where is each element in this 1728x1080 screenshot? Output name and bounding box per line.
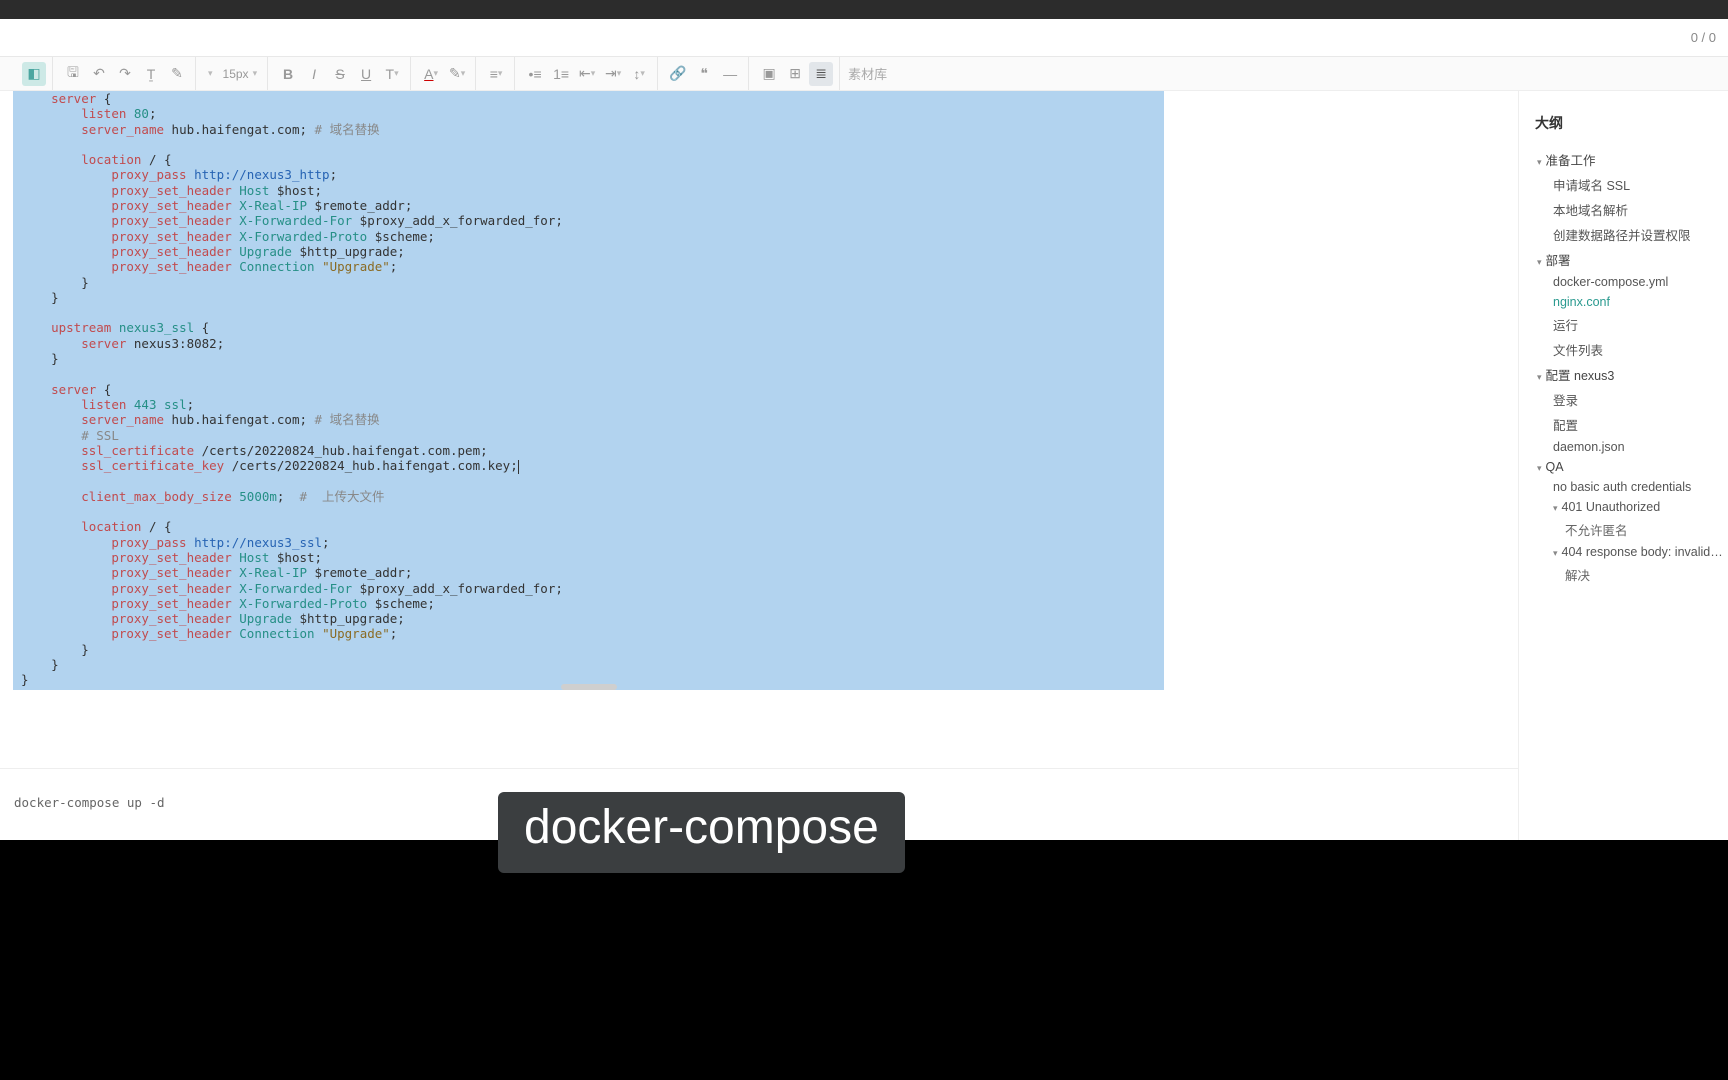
code-block-nginx[interactable]: server { listen 80; server_name hub.haif…	[13, 91, 1164, 690]
outline-item[interactable]: 创建数据路径并设置权限	[1529, 222, 1724, 247]
outline-item-label: 配置	[1553, 419, 1578, 433]
link-button[interactable]: 🔗	[666, 62, 690, 86]
section-heading: ㅤ	[0, 690, 1518, 740]
underline-button[interactable]: U	[354, 62, 378, 86]
number-list-button[interactable]: 1≡	[549, 62, 573, 86]
outline-item[interactable]: docker-compose.yml	[1529, 272, 1724, 292]
outline-item-label: no basic auth credentials	[1553, 480, 1691, 494]
outline-item-label: 运行	[1553, 319, 1578, 333]
caption-overlay: docker-compose	[498, 792, 905, 873]
outline-item-label: 配置 nexus3	[1546, 369, 1615, 383]
material-library-button[interactable]: 素材库	[842, 64, 887, 83]
bold-button[interactable]: B	[276, 62, 300, 86]
search-counter-row: 0 / 0	[0, 19, 1728, 57]
outline-item[interactable]: ▾ 准备工作	[1529, 147, 1724, 172]
outline-item[interactable]: 申请域名 SSL	[1529, 172, 1724, 197]
highlight-button[interactable]: ✎▾	[445, 62, 469, 86]
outline-item[interactable]: nginx.conf	[1529, 292, 1724, 312]
outline-item-label: 登录	[1553, 394, 1578, 408]
outline-item[interactable]: ▾ QA	[1529, 457, 1724, 477]
outline-item-label: 401 Unauthorized	[1562, 500, 1661, 514]
outline-item-label: 申请域名 SSL	[1553, 179, 1630, 193]
outline-item[interactable]: no basic auth credentials	[1529, 477, 1724, 497]
strike-button[interactable]: S	[328, 62, 352, 86]
outline-item[interactable]: ▾ 配置 nexus3	[1529, 362, 1724, 387]
chevron-down-icon: ▾	[1537, 372, 1542, 382]
undo-button[interactable]: ↶	[87, 62, 111, 86]
outline-item-label: 本地域名解析	[1553, 204, 1628, 218]
search-counter: 0 / 0	[1691, 30, 1716, 45]
outline-item-label: 文件列表	[1553, 344, 1603, 358]
outline-item[interactable]: ▾ 401 Unauthorized	[1529, 497, 1724, 517]
editor-toolbar: ◧ 🖫 ↶ ↷ Ṯ ✎ ▾ 15px ▾ B I S U T▾ A▾ ✎▾ ≡▾…	[0, 57, 1728, 91]
line-height-button[interactable]: ↕▾	[627, 62, 651, 86]
outline-item[interactable]: 文件列表	[1529, 337, 1724, 362]
horizontal-scroll-thumb[interactable]	[561, 684, 617, 690]
chevron-down-icon: ▾	[1553, 548, 1558, 558]
outline-item-label: docker-compose.yml	[1553, 275, 1668, 289]
outline-item[interactable]: 登录	[1529, 387, 1724, 412]
outline-item-label: 部署	[1546, 254, 1571, 268]
outline-item[interactable]: ▾ 404 response body: invalid charac	[1529, 542, 1724, 562]
clear-format-button[interactable]: Ṯ	[139, 62, 163, 86]
bottom-bar	[0, 840, 1728, 1080]
script-button[interactable]: T▾	[380, 62, 404, 86]
italic-button[interactable]: I	[302, 62, 326, 86]
outline-item-label: 404 response body: invalid charac	[1562, 545, 1724, 559]
outline-item[interactable]: 解决	[1529, 562, 1724, 587]
table-button[interactable]: ⊞	[783, 62, 807, 86]
hr-button[interactable]: —	[718, 62, 742, 86]
text-color-button[interactable]: A▾	[419, 62, 443, 86]
outline-toggle-button[interactable]: ≣	[809, 62, 833, 86]
redo-button[interactable]: ↷	[113, 62, 137, 86]
outline-item[interactable]: 配置	[1529, 412, 1724, 437]
outline-item[interactable]: 运行	[1529, 312, 1724, 337]
format-painter-button[interactable]: ◧	[22, 62, 46, 86]
outdent-button[interactable]: ⇤▾	[575, 62, 599, 86]
chevron-down-icon: ▾	[1537, 257, 1542, 267]
outline-title: 大纲	[1529, 113, 1724, 147]
outline-item-label: 解决	[1565, 569, 1590, 583]
outline-item-label: 创建数据路径并设置权限	[1553, 229, 1691, 243]
brush-button[interactable]: ✎	[165, 62, 189, 86]
outline-item-label: 不允许匿名	[1565, 524, 1628, 538]
image-button[interactable]: ▣	[757, 62, 781, 86]
text-cursor	[518, 460, 519, 474]
outline-item[interactable]: 不允许匿名	[1529, 517, 1724, 542]
font-family-select[interactable]: ▾	[204, 68, 217, 79]
outline-item-label: QA	[1546, 460, 1564, 474]
outline-item-label: nginx.conf	[1553, 295, 1610, 309]
indent-button[interactable]: ⇥▾	[601, 62, 625, 86]
outline-item-label: 准备工作	[1546, 154, 1596, 168]
align-button[interactable]: ≡▾	[484, 62, 508, 86]
font-size-select[interactable]: 15px ▾	[219, 67, 262, 81]
outline-item[interactable]: daemon.json	[1529, 437, 1724, 457]
quote-button[interactable]: ❝	[692, 62, 716, 86]
window-titlebar	[0, 0, 1728, 19]
bullet-list-button[interactable]: •≡	[523, 62, 547, 86]
chevron-down-icon: ▾	[1537, 157, 1542, 167]
chevron-down-icon: ▾	[1537, 463, 1542, 473]
outline-item[interactable]: ▾ 部署	[1529, 247, 1724, 272]
save-button[interactable]: 🖫	[61, 62, 85, 86]
outline-item[interactable]: 本地域名解析	[1529, 197, 1724, 222]
outline-item-label: daemon.json	[1553, 440, 1625, 454]
chevron-down-icon: ▾	[1553, 503, 1558, 513]
